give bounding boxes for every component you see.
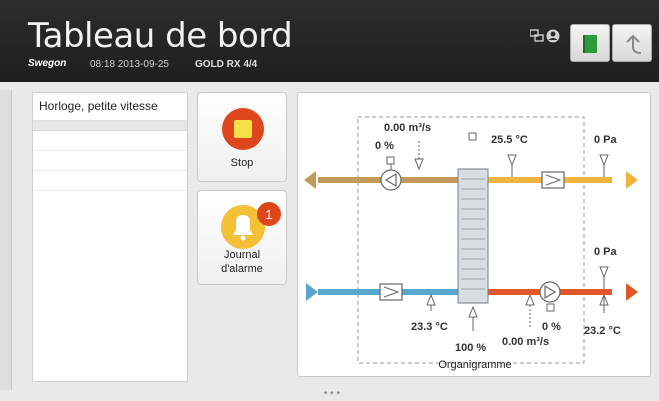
stop-label: Stop (230, 157, 254, 169)
back-arrow-icon (626, 34, 642, 54)
back-button[interactable] (612, 24, 652, 62)
exchanger-speed-icon (468, 305, 478, 318)
alarm-list-item-empty (33, 171, 187, 191)
supply-temp-value: 23.2 °C (584, 325, 621, 337)
exit-door-icon (583, 35, 597, 53)
user-icon (546, 29, 560, 43)
network-icon (529, 29, 544, 42)
exit-button[interactable] (570, 24, 610, 62)
alarm-list-item-empty (33, 151, 187, 171)
status-icons (529, 28, 564, 47)
temp-sensor-icon (426, 293, 436, 306)
extract-fan-icon (380, 169, 402, 191)
outdoor-pressure-value: 0 Pa (594, 246, 618, 258)
pressure-sensor-icon (599, 154, 609, 167)
brand-logo: Swegon (28, 58, 67, 69)
outdoor-temp-value: 23.3 °C (411, 321, 448, 333)
alarm-list-panel: Horloge, petite vitesse (32, 92, 188, 382)
stop-icon (222, 108, 264, 150)
flow-sensor-icon (414, 158, 424, 171)
extract-temp-value: 25.5 °C (491, 134, 528, 146)
extract-arrow-icon (626, 171, 638, 189)
alarm-count-badge: 1 (257, 202, 281, 226)
alarm-log-label-1: Journal (223, 249, 261, 261)
page-title: Tableau de bord (28, 16, 293, 56)
diagram-label: Organigramme (438, 359, 512, 371)
outdoor-arrow-icon (306, 283, 318, 301)
supply-fan-icon (539, 281, 561, 303)
alarm-list-item-empty (33, 121, 187, 131)
left-panel-edge[interactable] (0, 90, 12, 390)
supply-flow-value: 0.00 m³/s (384, 122, 431, 134)
alarm-log-label-2: d'alarme (221, 263, 263, 275)
model-text: GOLD RX 4/4 (195, 59, 258, 70)
supply-arrow-icon (626, 283, 638, 301)
exhaust-arrow-icon (304, 171, 316, 189)
extract-pressure-value: 0 Pa (594, 134, 618, 146)
fan-speed-sensor-icon (386, 156, 395, 165)
datetime-text: 08:18 2013-09-25 (90, 59, 169, 70)
flow-sensor-icon (525, 293, 535, 306)
title-bar: Tableau de bord Swegon 08:18 2013-09-25 … (0, 0, 659, 82)
pressure-sensor-icon (599, 266, 609, 279)
svg-text:1: 1 (265, 207, 272, 222)
exchanger-percent: 100 % (455, 342, 486, 354)
flow-diagram[interactable]: 0.00 m³/s 0 % 25.5 °C 0 Pa 0 Pa 23.3 °C … (297, 92, 651, 377)
supply-fan-percent: 0 % (542, 321, 561, 333)
page-indicator[interactable]: ••• (323, 389, 342, 399)
alarm-log-button[interactable]: 1 Journal d'alarme (197, 190, 287, 285)
alarm-list-item-empty (33, 131, 187, 151)
extract-fan-percent: 0 % (375, 140, 394, 152)
temp-sensor-icon (507, 154, 517, 167)
alarm-list-item[interactable]: Horloge, petite vitesse (33, 93, 187, 121)
exchanger-sensor-icon (468, 132, 477, 141)
fan-speed-sensor-icon (546, 303, 555, 312)
exhaust-flow-value: 0.00 m³/s (502, 336, 549, 348)
stop-button[interactable]: Stop (197, 92, 287, 182)
